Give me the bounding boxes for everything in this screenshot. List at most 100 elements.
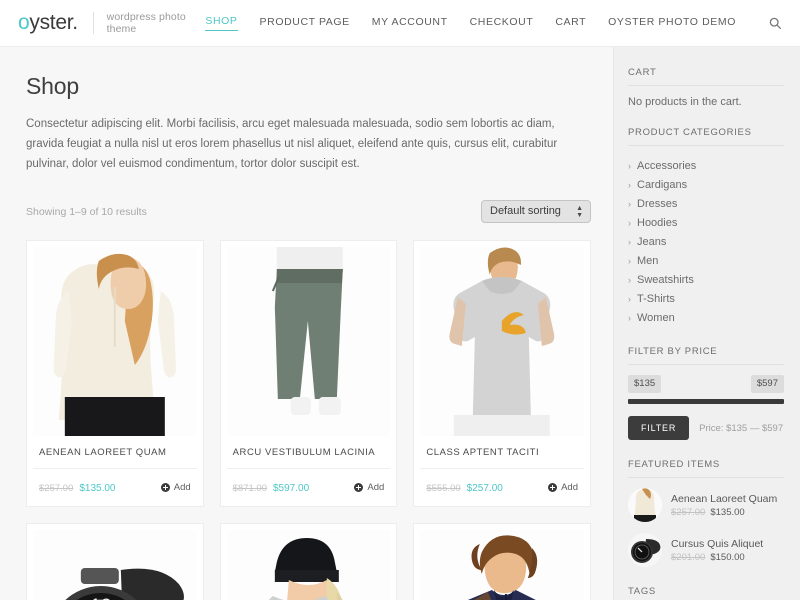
product-card[interactable]: CLASS APTENT TACITI $555.00 $257.00 Add bbox=[413, 240, 591, 508]
category-item-cardigans[interactable]: › Cardigans bbox=[628, 175, 784, 194]
price-new: $257.00 bbox=[466, 483, 503, 495]
search-icon[interactable] bbox=[768, 16, 782, 30]
product-image[interactable] bbox=[226, 530, 391, 600]
price-range-slider[interactable] bbox=[628, 399, 784, 404]
logo-text: yster. bbox=[29, 11, 78, 34]
main-navigation: SHOP PRODUCT PAGE MY ACCOUNT CHECKOUT CA… bbox=[205, 15, 782, 31]
category-item-hoodies[interactable]: › Hoodies bbox=[628, 213, 784, 232]
featured-price-new: $150.00 bbox=[710, 551, 745, 563]
featured-price-old: $257.00 bbox=[671, 506, 706, 518]
widget-product-categories: PRODUCT CATEGORIES › Accessories › Cardiga… bbox=[628, 127, 784, 327]
add-label: Add bbox=[173, 481, 191, 493]
price-range-label: Price: $135 — $597 bbox=[699, 422, 784, 434]
product-footer: $871.00 $597.00 Add bbox=[227, 469, 391, 506]
category-label: Jeans bbox=[637, 235, 667, 248]
plus-circle-icon bbox=[160, 482, 170, 492]
site-logo[interactable]: oyster. bbox=[18, 11, 78, 35]
add-to-cart-button[interactable]: Add bbox=[160, 481, 191, 493]
category-item-sweatshirts[interactable]: › Sweatshirts bbox=[628, 270, 784, 289]
product-image[interactable] bbox=[420, 530, 584, 600]
category-label: Men bbox=[637, 254, 659, 267]
nav-item-product-page[interactable]: PRODUCT PAGE bbox=[260, 16, 350, 31]
shop-toolbar: Showing 1–9 of 10 results Default sortin… bbox=[26, 200, 591, 224]
widget-title-cart: CART bbox=[628, 67, 784, 86]
featured-name[interactable]: Cursus Quis Aliquet bbox=[671, 538, 763, 550]
svg-text:12: 12 bbox=[90, 596, 111, 600]
price-max-bubble[interactable]: $597 bbox=[750, 375, 784, 393]
chevron-right-icon: › bbox=[628, 217, 631, 228]
product-card[interactable]: Add bbox=[413, 523, 591, 600]
product-title[interactable]: AENEAN LAOREET QUAM bbox=[33, 436, 197, 470]
nav-item-oyster-photo-demo[interactable]: OYSTER PHOTO DEMO bbox=[608, 16, 736, 31]
plus-circle-icon bbox=[354, 482, 364, 492]
category-item-dresses[interactable]: › Dresses bbox=[628, 194, 784, 213]
widget-featured-items: FEATURED ITEMS Aenean Laoreet Quam $257.… bbox=[628, 459, 784, 567]
chevron-right-icon: › bbox=[628, 312, 631, 323]
chevron-right-icon: › bbox=[628, 236, 631, 247]
featured-info: Cursus Quis Aliquet $201.00 $150.00 bbox=[671, 538, 763, 563]
sorting-select-wrapper[interactable]: Default sorting ▲ ▼ bbox=[481, 200, 591, 224]
nav-item-checkout[interactable]: CHECKOUT bbox=[470, 16, 534, 31]
category-label: Women bbox=[637, 311, 675, 324]
add-to-cart-button[interactable]: Add bbox=[354, 482, 384, 493]
product-image[interactable] bbox=[226, 247, 391, 437]
price-bubbles: $135 $597 bbox=[628, 375, 784, 395]
product-prices: $257.00 $135.00 bbox=[39, 478, 116, 496]
chevron-right-icon: › bbox=[628, 179, 631, 190]
site-header: oyster. wordpress photo theme SHOP PRODU… bbox=[0, 0, 800, 47]
product-card[interactable]: Add bbox=[219, 523, 398, 600]
nav-item-shop[interactable]: SHOP bbox=[205, 15, 238, 31]
product-title[interactable]: CLASS APTENT TACITI bbox=[420, 436, 584, 470]
chevron-right-icon: › bbox=[628, 274, 631, 285]
product-title[interactable]: ARCU VESTIBULUM LACINIA bbox=[226, 436, 391, 470]
price-min-bubble[interactable]: $135 bbox=[628, 375, 662, 393]
brand[interactable]: oyster. wordpress photo theme bbox=[18, 11, 205, 35]
nav-item-cart[interactable]: CART bbox=[555, 16, 586, 31]
featured-thumbnail bbox=[628, 488, 662, 522]
widget-title-featured: FEATURED ITEMS bbox=[628, 459, 784, 478]
price-old: $871.00 bbox=[232, 483, 267, 495]
logo-divider bbox=[92, 12, 94, 34]
widget-tags: TAGS accessories best sellers bbox=[628, 586, 784, 600]
product-footer: $555.00 $257.00 Add bbox=[420, 469, 584, 506]
widget-title-filter: FILTER BY PRICE bbox=[628, 346, 784, 365]
category-label: Cardigans bbox=[637, 178, 688, 191]
site-tagline: wordpress photo theme bbox=[106, 11, 186, 35]
chevron-right-icon: › bbox=[628, 198, 631, 209]
category-label: Accessories bbox=[637, 159, 697, 172]
category-item-jeans[interactable]: › Jeans bbox=[628, 232, 784, 251]
product-card[interactable]: ARCU VESTIBULUM LACINIA $871.00 $597.00 A… bbox=[219, 240, 398, 508]
category-item-men[interactable]: › Men bbox=[628, 251, 784, 270]
filter-controls: FILTER Price: $135 — $597 bbox=[628, 416, 784, 440]
add-label: Add bbox=[561, 481, 578, 493]
category-label: Dresses bbox=[637, 197, 678, 210]
product-grid: AENEAN LAOREET QUAM $257.00 $135.00 Add bbox=[26, 240, 591, 600]
widget-title-tags: TAGS bbox=[628, 586, 784, 600]
product-prices: $871.00 $597.00 bbox=[233, 478, 310, 496]
category-item-t-shirts[interactable]: › T-Shirts bbox=[628, 289, 784, 308]
widget-title-categories: PRODUCT CATEGORIES bbox=[628, 127, 784, 146]
logo-initial: o bbox=[18, 11, 30, 34]
price-new: $135.00 bbox=[79, 483, 116, 495]
product-image[interactable] bbox=[420, 247, 584, 437]
filter-button[interactable]: FILTER bbox=[628, 416, 690, 440]
chevron-right-icon: › bbox=[628, 255, 631, 266]
nav-item-my-account[interactable]: MY ACCOUNT bbox=[372, 16, 448, 31]
widget-cart: CART No products in the cart. bbox=[628, 67, 784, 108]
product-card[interactable]: AENEAN LAOREET QUAM $257.00 $135.00 Add bbox=[26, 240, 204, 508]
category-label: Sweatshirts bbox=[637, 273, 694, 286]
featured-name[interactable]: Aenean Laoreet Quam bbox=[671, 493, 777, 505]
product-card[interactable]: 12 50 10 40 20 35 25 bbox=[26, 523, 204, 600]
sorting-select[interactable]: Default sorting bbox=[481, 200, 591, 224]
featured-item[interactable]: Cursus Quis Aliquet $201.00 $150.00 bbox=[628, 533, 784, 567]
add-to-cart-button[interactable]: Add bbox=[548, 482, 578, 493]
product-image[interactable]: 12 50 10 40 20 35 25 bbox=[33, 530, 197, 600]
price-old: $555.00 bbox=[426, 483, 461, 495]
category-item-accessories[interactable]: › Accessories bbox=[628, 156, 784, 175]
price-new: $597.00 bbox=[273, 483, 310, 495]
category-item-women[interactable]: › Women bbox=[628, 308, 784, 327]
result-count: Showing 1–9 of 10 results bbox=[26, 205, 147, 218]
product-image[interactable] bbox=[33, 247, 197, 437]
sidebar: CART No products in the cart. PRODUCT CA… bbox=[613, 47, 800, 600]
featured-item[interactable]: Aenean Laoreet Quam $257.00 $135.00 bbox=[628, 488, 784, 522]
